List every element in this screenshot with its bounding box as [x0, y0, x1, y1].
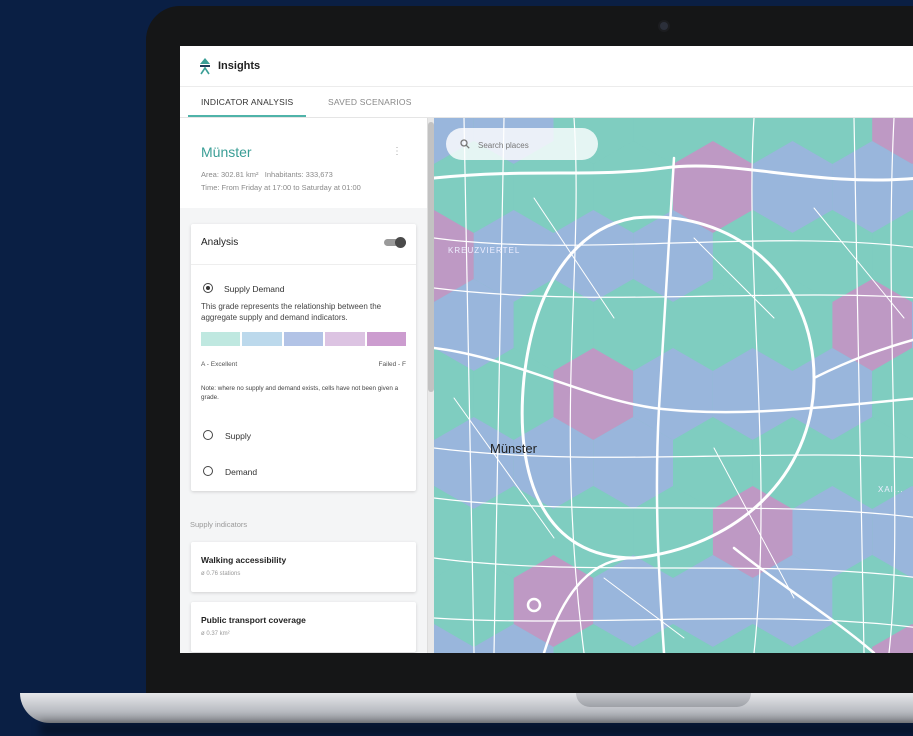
indicator-card-walking[interactable]: Walking accessibility ø 0.76 stations	[191, 542, 416, 592]
map-label-city: Münster	[490, 441, 537, 456]
grade-segment-3	[283, 332, 324, 346]
map-label-edge: XAI...	[878, 485, 904, 494]
radio-supply[interactable]	[203, 430, 213, 440]
grade-scale	[201, 332, 407, 346]
toggle-knob	[395, 237, 406, 248]
demand-label: Demand	[225, 467, 258, 477]
supply-indicators-heading: Supply indicators	[190, 520, 248, 529]
insights-logo-icon	[200, 58, 210, 75]
more-options-icon[interactable]: ⋮	[392, 146, 402, 157]
city-name: Münster	[201, 144, 252, 160]
grade-segment-2	[242, 332, 282, 346]
indicator-title: Public transport coverage	[201, 615, 306, 625]
city-card: Münster Area: 302.81 km² Inhabitants: 33…	[180, 118, 427, 208]
supply-demand-label: Supply Demand	[224, 284, 285, 294]
indicator-title: Walking accessibility	[201, 555, 287, 565]
map-label-district: KREUZVIERTEL	[448, 246, 521, 255]
radio-supply-demand[interactable]	[203, 283, 213, 293]
city-area-inhabitants: Area: 302.81 km² Inhabitants: 333,673	[201, 170, 333, 179]
laptop-shadow	[40, 722, 913, 736]
city-time: Time: From Friday at 17:00 to Saturday a…	[201, 183, 361, 192]
app-screen: Insights INDICATOR ANALYSIS SAVED SCENAR…	[180, 46, 913, 653]
indicator-card-public-transport[interactable]: Public transport coverage ø 0.37 km²	[191, 602, 416, 652]
laptop-base	[20, 693, 913, 723]
map-canvas[interactable]	[434, 118, 913, 653]
laptop-notch	[576, 693, 751, 707]
sidebar: Münster Area: 302.81 km² Inhabitants: 33…	[180, 118, 428, 653]
map[interactable]: Search places KREUZVIERTEL Münster XAI..…	[434, 118, 913, 653]
tab-bar: INDICATOR ANALYSIS SAVED SCENARIOS	[180, 87, 913, 118]
hex-grid	[434, 118, 913, 653]
grade-max-label: Failed - F	[378, 361, 406, 368]
search-input[interactable]: Search places	[446, 128, 598, 160]
indicator-value: ø 0.76 stations	[201, 571, 241, 577]
divider	[191, 264, 416, 265]
search-placeholder: Search places	[478, 141, 529, 150]
analysis-description: This grade represents the relationship b…	[201, 302, 382, 322]
grade-segment-5	[366, 332, 407, 346]
app-title: Insights	[218, 60, 261, 72]
grade-segment-4	[325, 332, 365, 346]
app-header: Insights	[180, 46, 913, 87]
indicator-value: ø 0.37 km²	[201, 631, 230, 637]
grade-segment-1	[201, 332, 241, 346]
analysis-title: Analysis	[201, 237, 239, 248]
grade-min-label: A - Excellent	[201, 361, 238, 368]
camera	[660, 22, 668, 30]
analysis-note: Note: where no supply and demand exists,…	[201, 385, 399, 401]
analysis-card: Analysis Supply Demand This grade repres…	[191, 224, 416, 491]
city-inhabitants: Inhabitants: 333,673	[264, 170, 333, 179]
tab-indicator-analysis[interactable]: INDICATOR ANALYSIS	[201, 97, 293, 107]
city-area: Area: 302.81 km²	[201, 170, 259, 179]
active-tab-indicator	[188, 115, 306, 117]
search-icon	[460, 139, 470, 149]
supply-label: Supply	[225, 431, 251, 441]
tab-saved-scenarios[interactable]: SAVED SCENARIOS	[328, 97, 412, 107]
radio-demand[interactable]	[203, 466, 213, 476]
analysis-toggle[interactable]	[384, 237, 406, 248]
